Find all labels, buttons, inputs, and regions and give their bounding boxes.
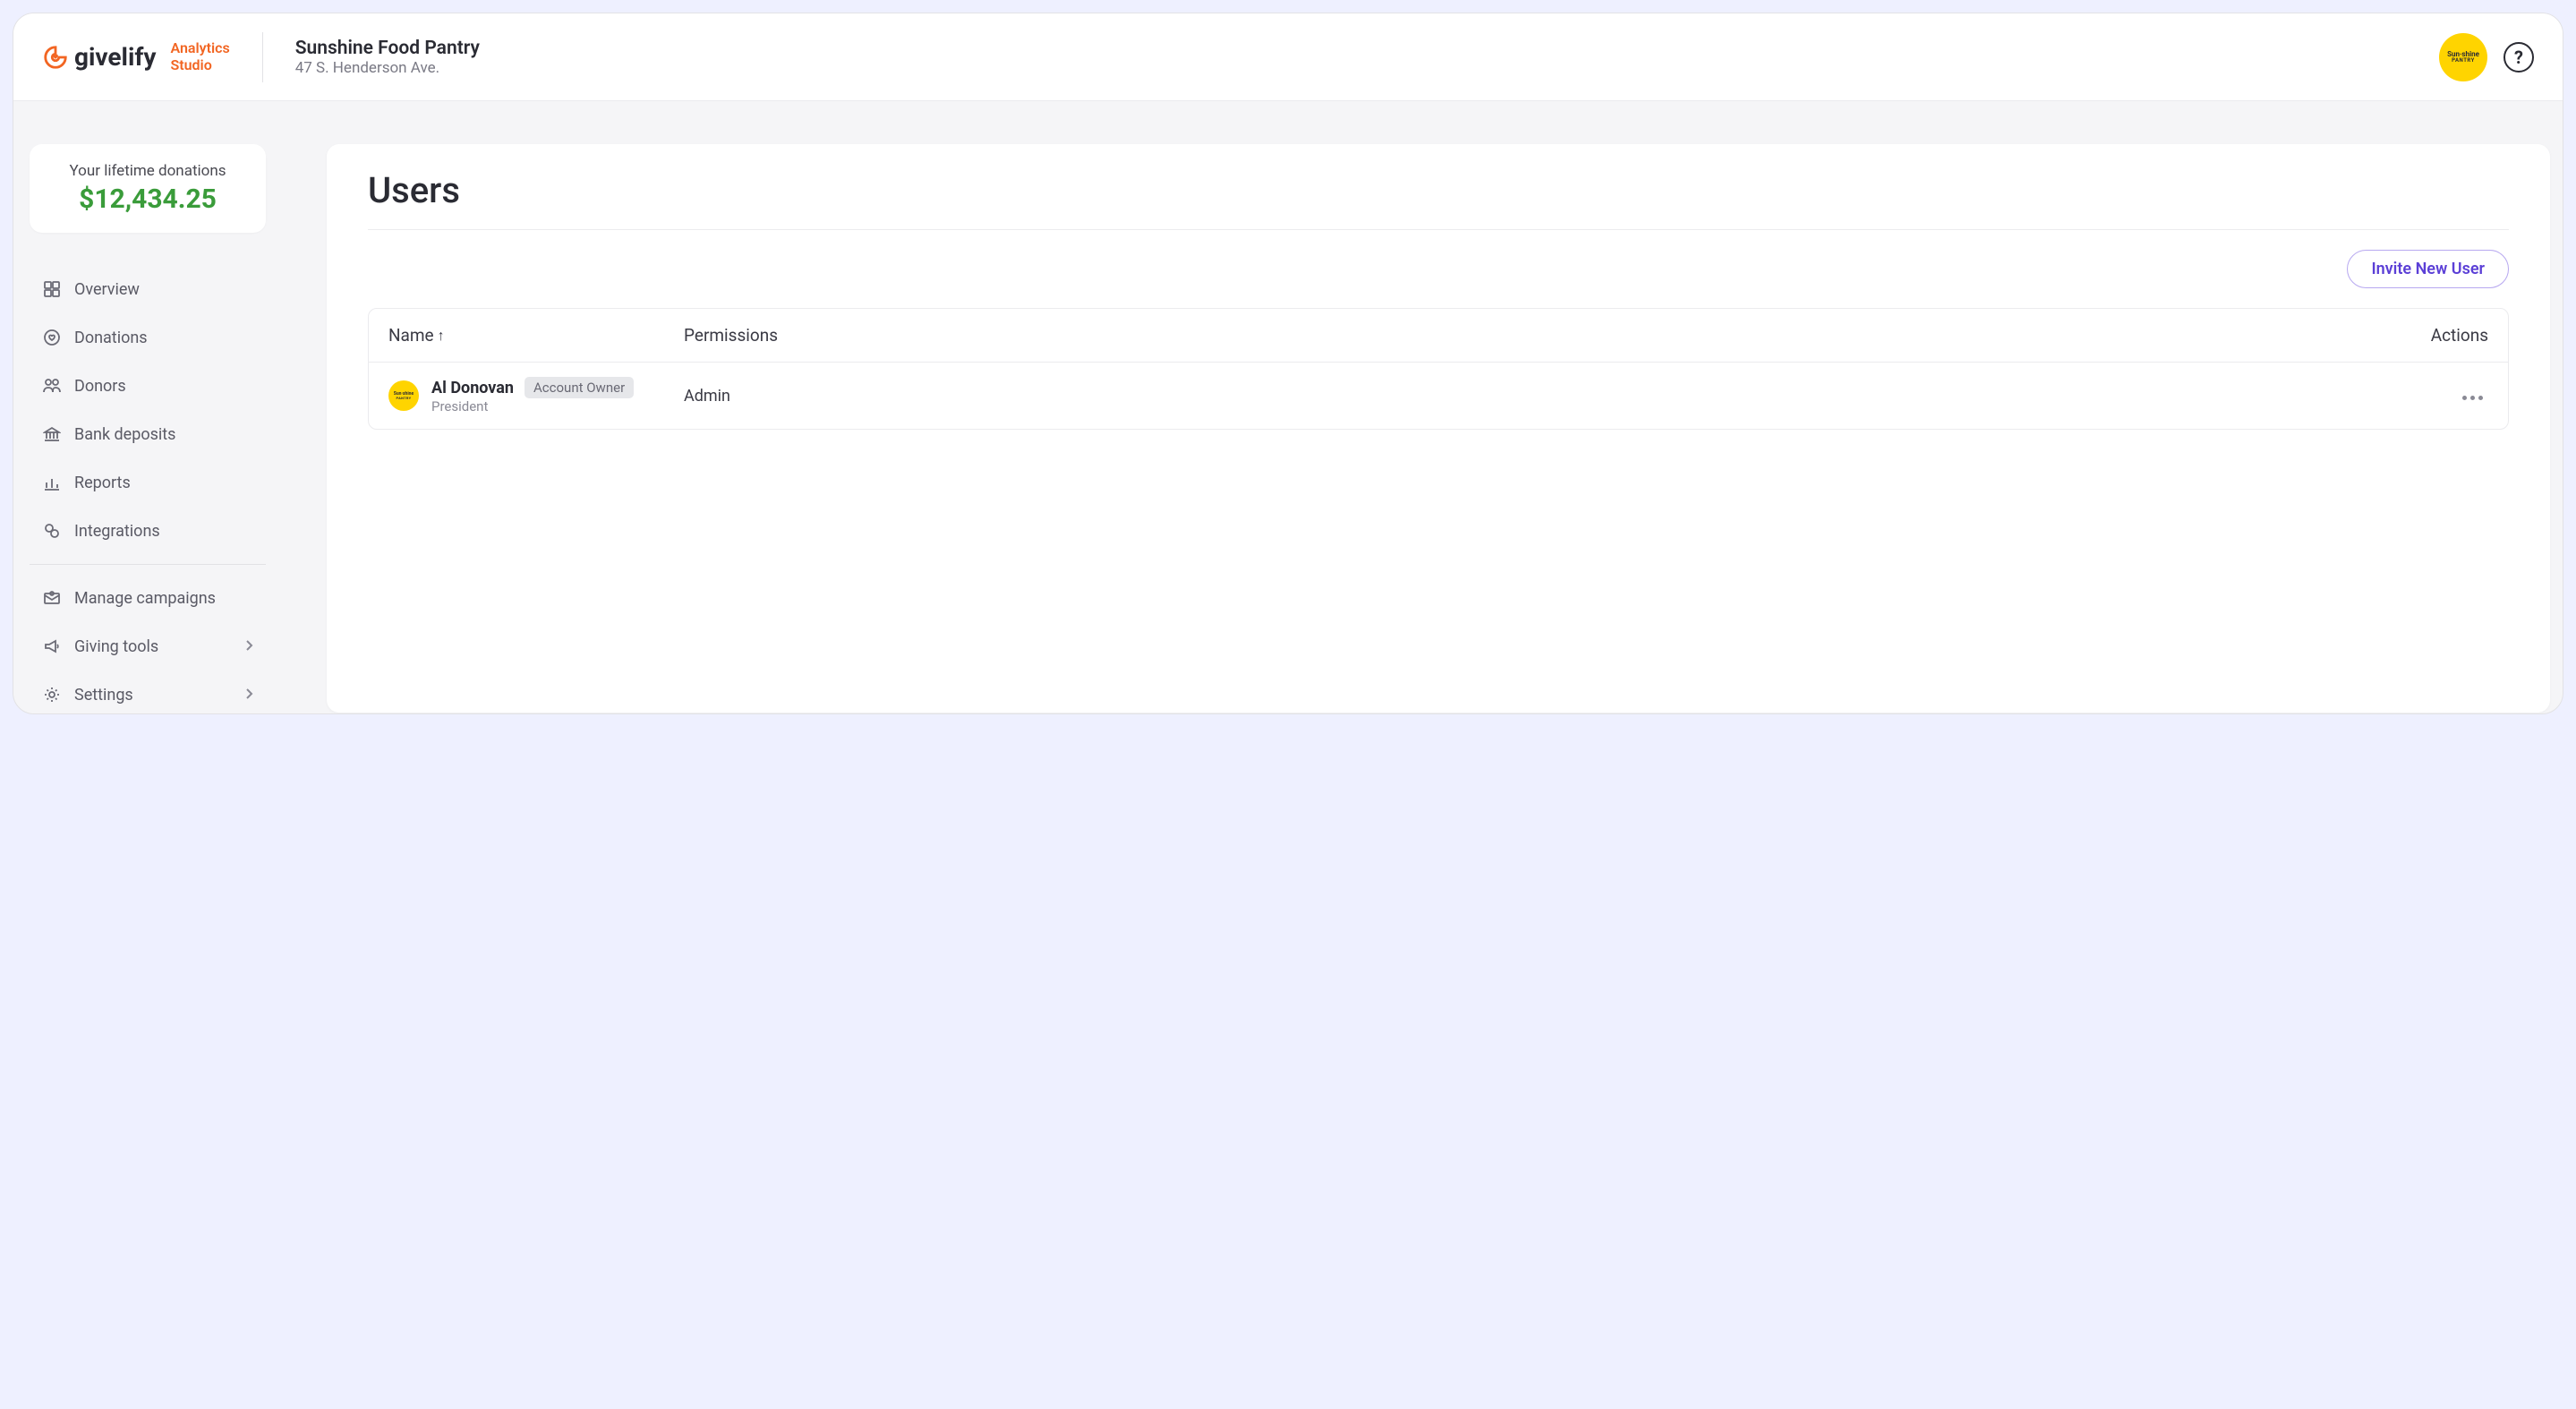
topbar: givelify Analytics Studio Sunshine Food … xyxy=(13,13,2563,101)
user-title: President xyxy=(431,398,634,414)
sidebar-item-label: Reports xyxy=(74,474,131,492)
more-actions-button[interactable] xyxy=(2457,390,2488,406)
help-button[interactable]: ? xyxy=(2503,42,2534,73)
grid-icon xyxy=(42,279,62,299)
app-frame: givelify Analytics Studio Sunshine Food … xyxy=(13,13,2563,714)
main: Users Invite New User Name ↑ Permissions … xyxy=(282,101,2563,713)
sort-ascending-icon: ↑ xyxy=(438,327,445,345)
bank-icon xyxy=(42,424,62,444)
sidebar: Your lifetime donations $12,434.25 Overv… xyxy=(13,101,282,713)
nav-separator xyxy=(30,564,266,565)
help-icon: ? xyxy=(2514,47,2523,68)
lifetime-donations-card[interactable]: Your lifetime donations $12,434.25 xyxy=(30,144,266,233)
divider xyxy=(262,32,263,82)
link-icon xyxy=(42,521,62,541)
user-name: Al Donovan xyxy=(431,379,514,397)
org-block[interactable]: Sunshine Food Pantry 47 S. Henderson Ave… xyxy=(295,38,480,77)
invite-row: Invite New User xyxy=(327,250,2550,308)
megaphone-icon xyxy=(42,636,62,656)
sidebar-item-donations[interactable]: Donations xyxy=(30,313,266,362)
column-actions-label: Actions xyxy=(2431,325,2488,346)
topbar-right: Sun·shine PANTRY ? xyxy=(2439,33,2534,81)
chevron-right-icon xyxy=(244,686,253,704)
avatar-line2: PANTRY xyxy=(397,397,412,400)
sidebar-item-settings[interactable]: Settings xyxy=(30,670,266,714)
sidebar-item-integrations[interactable]: Integrations xyxy=(30,507,266,555)
logo-block[interactable]: givelify Analytics Studio xyxy=(42,40,230,73)
givelify-logo: givelify xyxy=(42,42,156,72)
barchart-icon xyxy=(42,473,62,492)
sidebar-item-label: Settings xyxy=(74,686,133,704)
nav-list: Overview Donations Donors xyxy=(30,265,266,555)
column-permissions-label: Permissions xyxy=(684,325,778,346)
actions-cell xyxy=(2381,387,2488,406)
lifetime-amount: $12,434.25 xyxy=(51,184,244,215)
people-icon xyxy=(42,376,62,396)
sidebar-item-donors[interactable]: Donors xyxy=(30,362,266,410)
sidebar-item-label: Giving tools xyxy=(74,637,158,656)
title-divider xyxy=(368,229,2509,230)
envelope-icon xyxy=(42,588,62,608)
gear-icon xyxy=(42,685,62,704)
column-name-header[interactable]: Name ↑ xyxy=(388,325,684,346)
sidebar-item-label: Donors xyxy=(74,377,126,396)
avatar[interactable]: Sun·shine PANTRY xyxy=(2439,33,2487,81)
org-name: Sunshine Food Pantry xyxy=(295,38,480,59)
account-owner-badge: Account Owner xyxy=(525,377,634,398)
dot-icon xyxy=(2470,396,2475,400)
user-cell: Sun·shine PANTRY Al Donovan Account Owne… xyxy=(388,377,684,414)
user-meta: Al Donovan Account Owner President xyxy=(431,377,634,414)
user-avatar: Sun·shine PANTRY xyxy=(388,380,419,411)
sidebar-item-reports[interactable]: Reports xyxy=(30,458,266,507)
chevron-right-icon xyxy=(244,637,253,656)
givelify-mark-icon xyxy=(42,44,69,71)
sidebar-item-label: Donations xyxy=(74,329,148,347)
nav-list-secondary: Manage campaigns Giving tools Settings xyxy=(30,574,266,714)
body: Your lifetime donations $12,434.25 Overv… xyxy=(13,101,2563,713)
sidebar-item-label: Manage campaigns xyxy=(74,589,216,608)
dot-icon xyxy=(2462,396,2467,400)
page-title: Users xyxy=(327,169,2550,229)
users-panel: Users Invite New User Name ↑ Permissions … xyxy=(327,144,2550,713)
sidebar-item-label: Bank deposits xyxy=(74,425,175,444)
invite-new-user-button[interactable]: Invite New User xyxy=(2347,250,2509,288)
dot-icon xyxy=(2478,396,2483,400)
brand-text: givelify xyxy=(74,42,156,72)
analytics-line1: Analytics xyxy=(170,40,229,56)
sidebar-item-giving-tools[interactable]: Giving tools xyxy=(30,622,266,670)
column-permissions-header[interactable]: Permissions xyxy=(684,325,2381,346)
org-address: 47 S. Henderson Ave. xyxy=(295,59,480,77)
lifetime-label: Your lifetime donations xyxy=(51,162,244,180)
table-row: Sun·shine PANTRY Al Donovan Account Owne… xyxy=(369,363,2508,429)
sidebar-item-bank-deposits[interactable]: Bank deposits xyxy=(30,410,266,458)
column-actions-header: Actions xyxy=(2381,325,2488,346)
avatar-line2: PANTRY xyxy=(2452,58,2475,64)
sidebar-item-label: Integrations xyxy=(74,522,160,541)
table-header: Name ↑ Permissions Actions xyxy=(369,309,2508,363)
column-name-label: Name xyxy=(388,325,434,346)
sidebar-item-label: Overview xyxy=(74,280,140,299)
analytics-line2: Studio xyxy=(170,57,229,73)
heart-icon xyxy=(42,328,62,347)
user-name-row: Al Donovan Account Owner xyxy=(431,377,634,398)
permission-cell: Admin xyxy=(684,387,2381,406)
sidebar-item-manage-campaigns[interactable]: Manage campaigns xyxy=(30,574,266,622)
users-table: Name ↑ Permissions Actions Sun·shine PAN… xyxy=(368,308,2509,430)
sidebar-item-overview[interactable]: Overview xyxy=(30,265,266,313)
analytics-studio-label: Analytics Studio xyxy=(170,40,229,73)
